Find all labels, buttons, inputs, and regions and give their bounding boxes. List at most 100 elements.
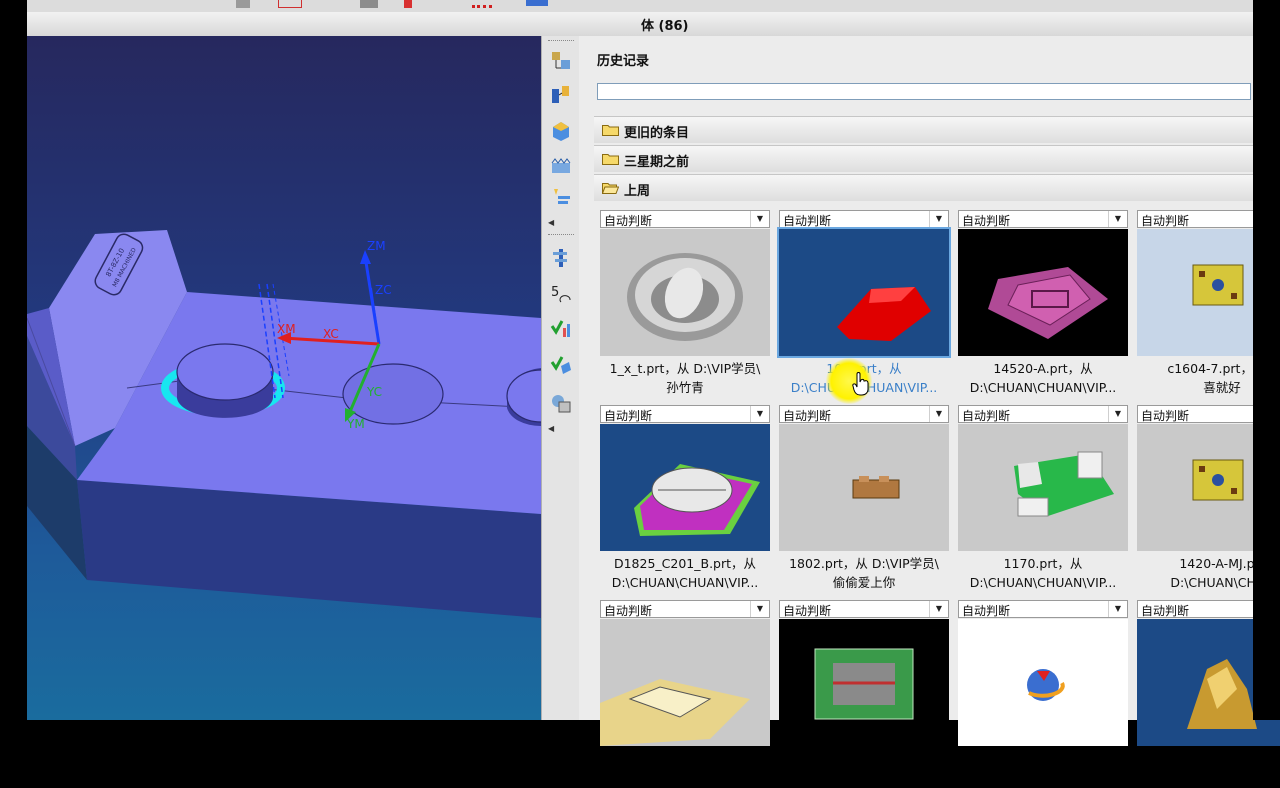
load-option-dropdown[interactable]: 自动判断 ▼: [600, 210, 770, 228]
chevron-down-icon[interactable]: ▼: [1108, 406, 1127, 422]
toolbar-tool-5-icon[interactable]: [472, 0, 492, 8]
chevron-down-icon[interactable]: ▼: [929, 406, 948, 422]
resource-bar: ◀ 5 ◀: [541, 36, 581, 720]
history-item[interactable]: 自动判断 ▼ 1170.prt，从 D:\CHUAN\CHUAN\VIP...: [958, 405, 1128, 593]
toolbar-tool-1-icon[interactable]: [236, 0, 250, 8]
part-thumbnail[interactable]: [600, 229, 770, 356]
part-caption: 1_x_t.prt，从 D:\VIP学员\ 孙竹青: [600, 359, 770, 397]
roles-icon[interactable]: [549, 352, 573, 376]
load-option-value: 自动判断: [1141, 214, 1190, 228]
reuse-library-icon[interactable]: [549, 153, 573, 177]
history-item[interactable]: 自动判断 ▼ D1825_C201_B.prt，从 D:\CHUAN\CHUAN\VI…: [600, 405, 770, 593]
part-thumbnail[interactable]: [600, 424, 770, 551]
part-caption-line-2: D:\CHUAN\CHUAN\VIP...: [969, 380, 1117, 395]
chevron-down-icon[interactable]: ▼: [750, 601, 769, 617]
boss-top: [176, 343, 274, 401]
hand-cursor-icon: [852, 372, 869, 396]
part-preview-image: [600, 619, 770, 746]
history-item[interactable]: 自动判断 ▼ 14520-A.prt，从 D:\CHUAN\CHUAN\VIP...: [958, 210, 1128, 398]
chevron-down-icon[interactable]: ▼: [750, 406, 769, 422]
part-preview-image: [958, 619, 1128, 746]
part-thumbnail[interactable]: [600, 619, 770, 746]
ym-label: YM: [346, 417, 365, 431]
yc-label: YC: [366, 385, 382, 399]
group-older-items[interactable]: 更旧的条目: [594, 116, 1253, 143]
history-item[interactable]: 自动判断 ▼ 1_x_t.prt，从 D:\VIP学员\ 孙竹青: [600, 210, 770, 398]
load-option-dropdown[interactable]: 自动判断 ▼: [958, 405, 1128, 423]
web-browser-icon[interactable]: [549, 392, 573, 416]
constraint-navigator-icon[interactable]: [549, 83, 573, 107]
part-caption-line-1: 1_x_t.prt，从 D:\VIP学员\: [609, 361, 761, 376]
process-studio-icon[interactable]: [549, 316, 573, 340]
group-three-weeks-ago[interactable]: 三星期之前: [594, 145, 1253, 172]
chevron-down-icon[interactable]: ▼: [929, 211, 948, 227]
part-thumbnail[interactable]: [958, 619, 1128, 746]
load-option-dropdown[interactable]: 自动判断 ▼: [958, 210, 1128, 228]
part-preview-image: [958, 424, 1128, 551]
chevron-down-icon[interactable]: ▼: [1108, 211, 1127, 227]
folder-icon: [602, 154, 619, 165]
load-option-dropdown[interactable]: 自动判断 ▼: [958, 600, 1128, 618]
part-preview-image: [779, 424, 949, 551]
load-option-value: 自动判断: [1141, 604, 1190, 618]
part-preview-image: [958, 229, 1128, 356]
load-option-dropdown[interactable]: 自动判断 ▼: [600, 600, 770, 618]
load-option-value: 自动判断: [962, 604, 1011, 618]
load-option-value: 自动判断: [962, 214, 1011, 228]
part-thumbnail[interactable]: [958, 424, 1128, 551]
history-panel: 历史记录 更旧的条目 三星期之前 上周 自动判断 ▼ 1_x_t.prt，从 D:\…: [579, 36, 1280, 746]
left-frame: [0, 0, 27, 720]
load-option-dropdown[interactable]: 自动判断 ▼: [600, 405, 770, 423]
history-item[interactable]: 自动判断 ▼: [600, 600, 770, 788]
load-option-value: 自动判断: [604, 214, 653, 228]
part-caption-line-1: 1802.prt，从 D:\VIP学员\: [789, 556, 939, 571]
history-item[interactable]: 自动判断 ▼: [958, 600, 1128, 788]
chevron-down-icon[interactable]: ▼: [929, 601, 948, 617]
toolbar-tool-3-icon[interactable]: [360, 0, 378, 8]
part-caption-line-2: 孙竹青: [666, 380, 704, 395]
part-caption-line-2: D:\CHUAN\CHUAN\VIP...: [611, 575, 759, 590]
graphics-window[interactable]: 8T-8Z-10 M8 MACHINED ZM ZC XM XC YC YM: [27, 36, 541, 720]
part-preview-image: [600, 424, 770, 551]
toolbar-cube-icon[interactable]: [526, 0, 548, 6]
part-thumbnail[interactable]: [958, 229, 1128, 356]
system-materials-icon[interactable]: 5: [549, 282, 573, 306]
model-view[interactable]: 8T-8Z-10 M8 MACHINED ZM ZC XM XC YC YM: [27, 36, 541, 720]
part-caption-line-2: D:\CHUAN\CHUAN\VIP...: [969, 575, 1117, 590]
part-thumbnail[interactable]: [779, 619, 949, 746]
load-option-dropdown[interactable]: 自动判断 ▼: [779, 210, 949, 228]
part-navigator-icon[interactable]: [549, 119, 573, 143]
load-option-dropdown[interactable]: 自动判断 ▼: [779, 600, 949, 618]
history-item[interactable]: 自动判断 ▼ 1802.prt，从 D:\VIP学员\ 偷偷爱上你: [779, 405, 949, 593]
part-caption: 1170.prt，从 D:\CHUAN\CHUAN\VIP...: [958, 554, 1128, 592]
load-option-value: 自动判断: [1141, 409, 1190, 423]
part-caption-line-1: 14520-A.prt，从: [993, 361, 1093, 376]
resource-bar-grip-2[interactable]: [548, 234, 574, 237]
toolbar-tool-2-icon[interactable]: [278, 0, 302, 8]
assembly-navigator-icon[interactable]: [549, 50, 573, 74]
group-label: 上周: [624, 184, 651, 199]
part-caption: 1802.prt，从 D:\VIP学员\ 偷偷爱上你: [779, 554, 949, 592]
right-frame: [1253, 0, 1280, 720]
collapse-caret-icon[interactable]: ◀: [548, 218, 554, 227]
hd3d-tools-icon[interactable]: [549, 186, 573, 210]
folder-open-icon: [602, 183, 619, 194]
toolbar-tool-4-icon[interactable]: [404, 0, 412, 8]
folder-icon: [602, 125, 619, 136]
search-input[interactable]: [597, 83, 1251, 100]
group-last-week[interactable]: 上周: [594, 174, 1253, 201]
load-option-value: 自动判断: [604, 604, 653, 618]
resource-bar-grip[interactable]: [548, 40, 574, 43]
load-option-value: 自动判断: [783, 409, 832, 423]
load-option-value: 自动判断: [783, 214, 832, 228]
xc-label: XC: [323, 327, 339, 341]
history-item[interactable]: 自动判断 ▼: [779, 600, 949, 788]
history-icon[interactable]: [549, 246, 573, 270]
chevron-down-icon[interactable]: ▼: [1108, 601, 1127, 617]
part-thumbnail[interactable]: [779, 424, 949, 551]
part-thumbnail[interactable]: [777, 227, 951, 358]
load-option-dropdown[interactable]: 自动判断 ▼: [779, 405, 949, 423]
chevron-down-icon[interactable]: ▼: [750, 211, 769, 227]
collapse-caret-2-icon[interactable]: ◀: [548, 424, 554, 433]
part-caption: 14520-A.prt，从 D:\CHUAN\CHUAN\VIP...: [958, 359, 1128, 397]
